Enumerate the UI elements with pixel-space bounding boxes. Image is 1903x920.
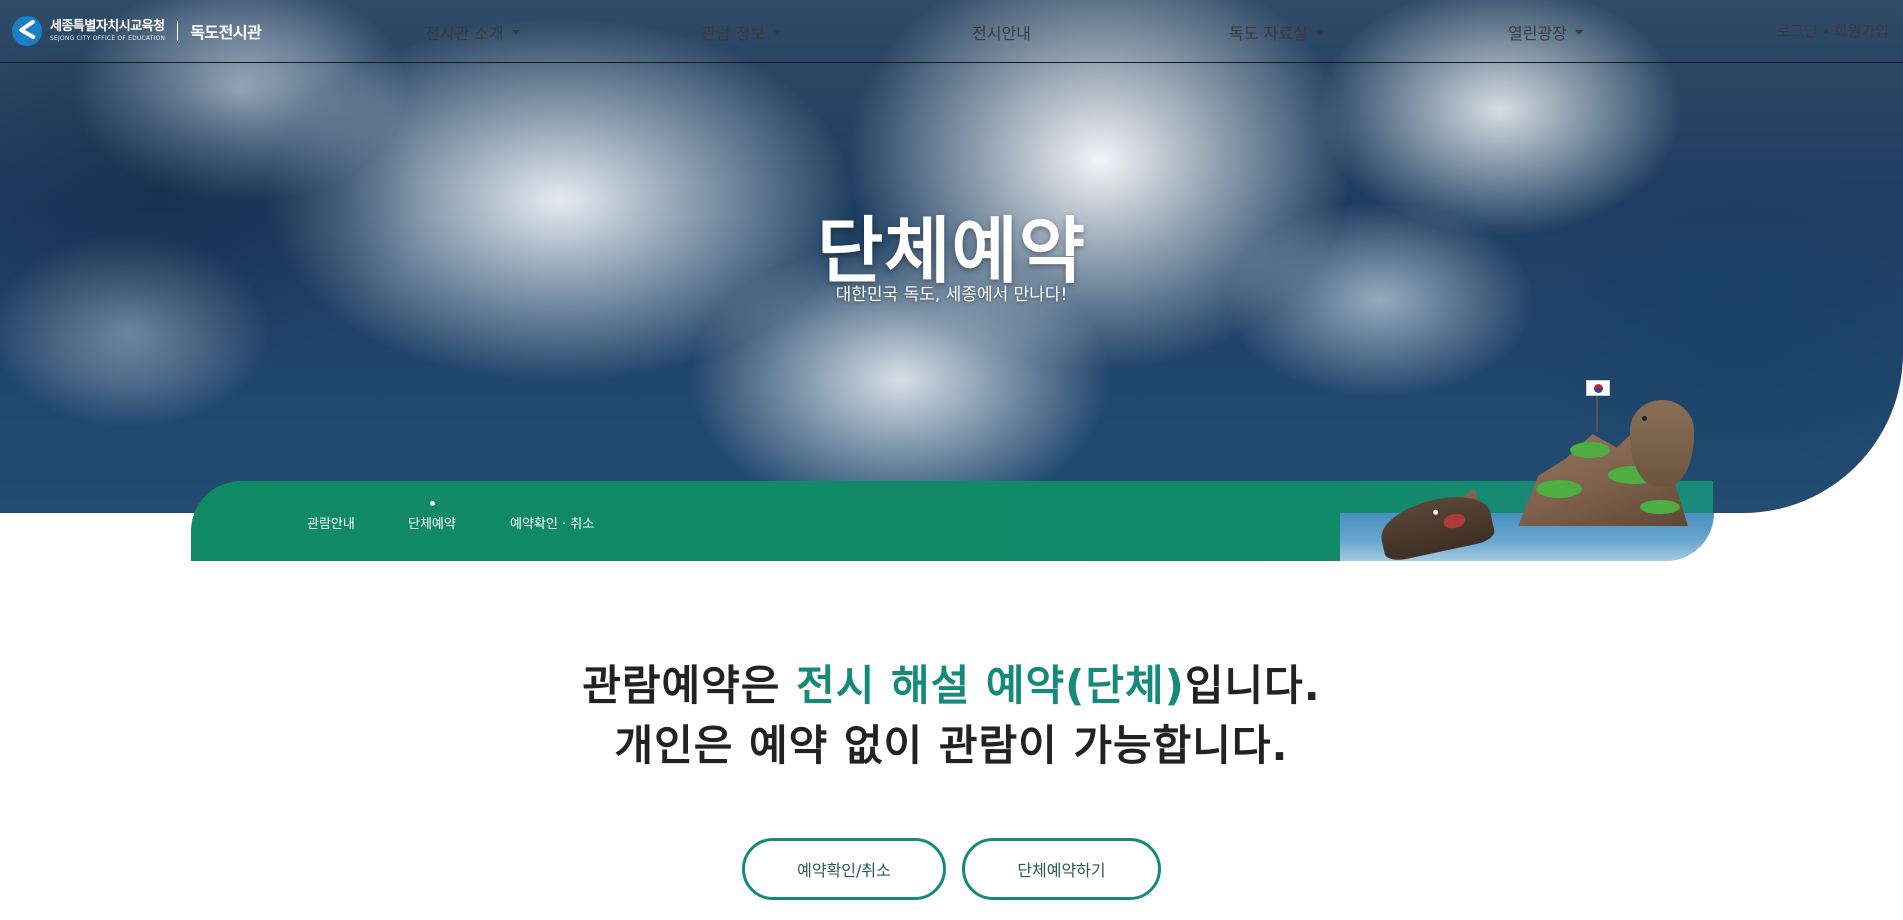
tab-reservation-check-cancel[interactable]: 예약확인 · 취소: [510, 513, 594, 532]
tab-group-reservation[interactable]: 단체예약: [408, 501, 456, 532]
nav-item-open-forum[interactable]: 열린광장: [1508, 20, 1583, 44]
notice-line-1: 관람예약은 전시 해설 예약(단체)입니다.: [0, 656, 1903, 716]
chevron-down-icon: [511, 29, 520, 35]
signup-link[interactable]: 회원가입: [1834, 20, 1889, 41]
nav-item-label: 전시관 소개: [425, 24, 504, 43]
grass-patch: [1536, 480, 1582, 498]
logo-site-name: 독도전시관: [190, 23, 262, 42]
chevron-down-icon: [1574, 29, 1583, 35]
notice-prefix: 관람예약은: [582, 661, 797, 710]
dokdo-illustration: [1340, 370, 1714, 564]
page-subtitle: 대한민국 독도, 세종에서 만나다!: [835, 285, 1068, 305]
auth-links: 로그인 회원가입: [1776, 20, 1889, 41]
group-reserve-button[interactable]: 단체예약하기: [962, 838, 1161, 900]
notice-line-2: 개인은 예약 없이 관람이 가능합니다.: [614, 721, 1289, 770]
nav-item-exhibition[interactable]: 전시안내: [972, 20, 1031, 44]
notice-suffix: 입니다.: [1184, 661, 1321, 710]
office-emblem-icon: [12, 16, 42, 46]
korean-flag-icon: [1586, 380, 1610, 396]
top-navigation: 세종특별자치시교육청 SEJONG CITY OFFICE OF EDUCATI…: [0, 0, 1903, 63]
nav-item-label: 관람 정보: [701, 24, 765, 43]
logo-org-name: 세종특별자치시교육청: [50, 19, 165, 34]
separator-dot: [1823, 28, 1828, 33]
nav-item-label: 전시안내: [972, 24, 1031, 43]
nav-item-label: 독도 자료실: [1229, 24, 1308, 43]
sea-lion-illustration: [1630, 400, 1694, 486]
logo-org-name-en: SEJONG CITY OFFICE OF EDUCATION: [50, 35, 166, 42]
seal-mouth: [1442, 511, 1467, 531]
reservation-notice: 관람예약은 전시 해설 예약(단체)입니다. 개인은 예약 없이 관람이 가능합…: [0, 656, 1903, 776]
chevron-down-icon: [1315, 29, 1324, 35]
site-logo[interactable]: 세종특별자치시교육청 SEJONG CITY OFFICE OF EDUCATI…: [12, 16, 262, 46]
grass-patch: [1640, 500, 1680, 514]
nav-item-label: 열린광장: [1508, 24, 1567, 43]
logo-divider: [177, 21, 179, 41]
nav-item-visit-info[interactable]: 관람 정보: [701, 20, 781, 44]
sea-lion-eye: [1642, 416, 1647, 421]
taegeuk-symbol: [1594, 384, 1603, 393]
seal-eye: [1432, 509, 1439, 516]
tab-visit-guide[interactable]: 관람안내: [307, 513, 355, 532]
notice-accent: 전시 해설 예약(단체): [796, 661, 1185, 710]
nav-item-dokdo-archive[interactable]: 독도 자료실: [1229, 20, 1324, 44]
chevron-down-icon: [772, 29, 781, 35]
check-cancel-button[interactable]: 예약확인/취소: [742, 838, 946, 900]
logo-text: 세종특별자치시교육청 SEJONG CITY OFFICE OF EDUCATI…: [50, 20, 165, 42]
grass-patch: [1570, 442, 1610, 458]
nav-item-about[interactable]: 전시관 소개: [425, 20, 520, 44]
login-link[interactable]: 로그인: [1776, 20, 1817, 41]
